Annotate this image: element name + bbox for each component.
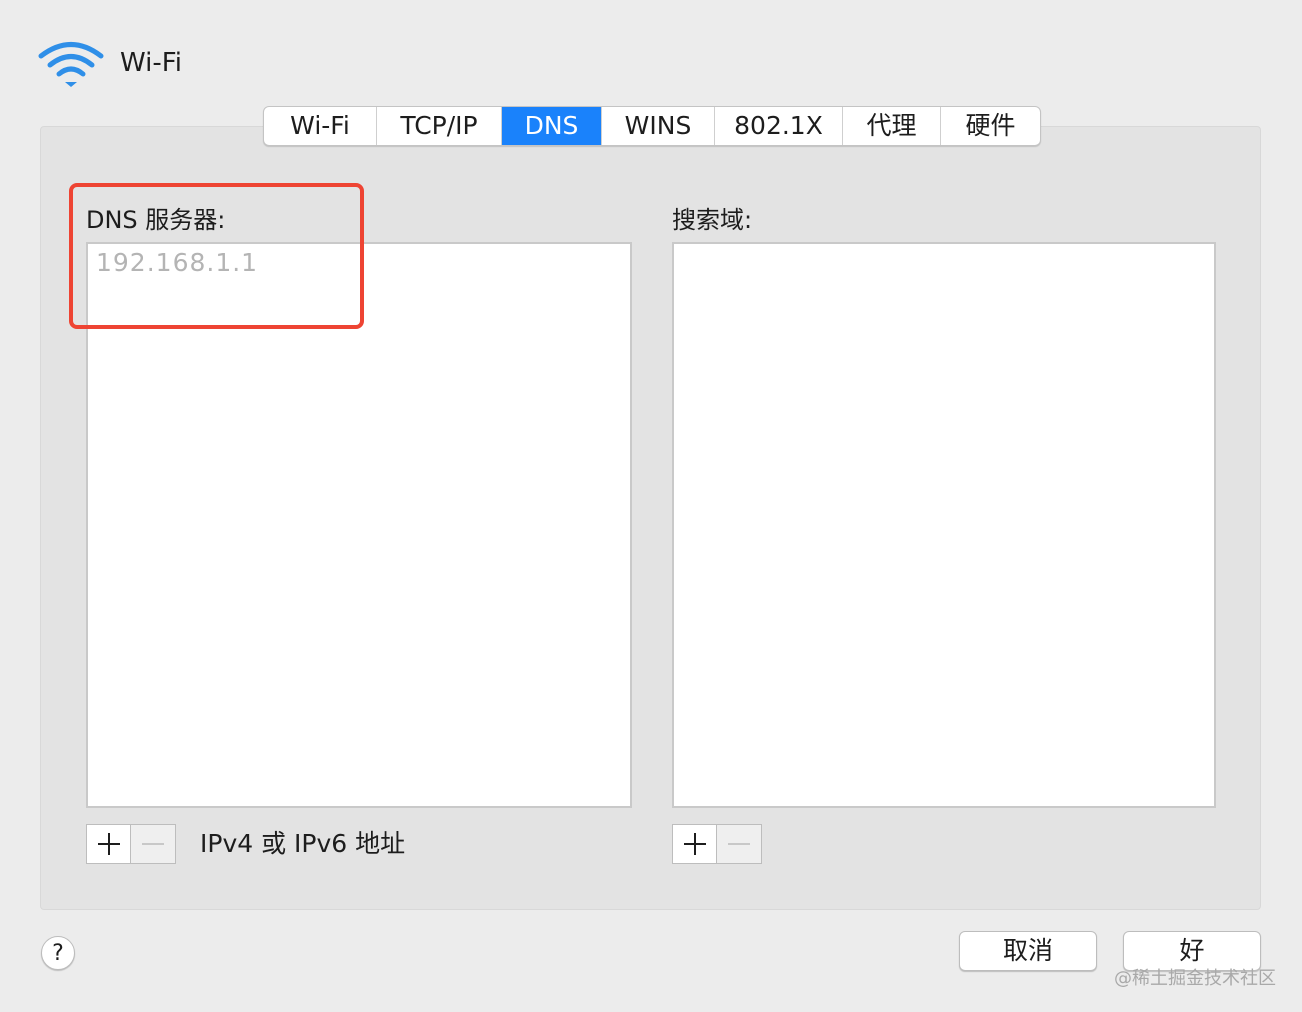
minus-icon bbox=[142, 843, 164, 845]
plus-icon bbox=[108, 833, 110, 855]
dns-address-hint: IPv4 或 IPv6 地址 bbox=[200, 829, 406, 858]
wifi-icon bbox=[38, 42, 104, 87]
tab-wifi[interactable]: Wi-Fi bbox=[264, 107, 377, 145]
search-domain-add-remove-group bbox=[672, 824, 762, 864]
minus-icon bbox=[728, 843, 750, 845]
highlight-annotation bbox=[69, 183, 364, 329]
plus-icon bbox=[694, 833, 696, 855]
remove-search-domain-button[interactable] bbox=[717, 825, 761, 863]
search-domains-list[interactable] bbox=[672, 242, 1216, 808]
tab-hardware[interactable]: 硬件 bbox=[941, 107, 1040, 145]
tab-tcpip[interactable]: TCP/IP bbox=[377, 107, 502, 145]
remove-dns-server-button[interactable] bbox=[131, 825, 175, 863]
tab-wins[interactable]: WINS bbox=[602, 107, 715, 145]
dns-add-remove-group bbox=[86, 824, 176, 864]
help-button[interactable]: ? bbox=[41, 936, 75, 970]
cancel-button[interactable]: 取消 bbox=[959, 931, 1097, 971]
tab-proxy[interactable]: 代理 bbox=[843, 107, 941, 145]
add-dns-server-button[interactable] bbox=[87, 825, 131, 863]
tab-bar: Wi-Fi TCP/IP DNS WINS 802.1X 代理 硬件 bbox=[263, 106, 1041, 146]
window-header: Wi-Fi bbox=[38, 38, 182, 92]
add-search-domain-button[interactable] bbox=[673, 825, 717, 863]
watermark: @稀土掘金技术社区 bbox=[1114, 968, 1276, 989]
tab-dns[interactable]: DNS bbox=[502, 107, 602, 145]
search-domains-label: 搜索域: bbox=[672, 206, 753, 234]
window-title: Wi-Fi bbox=[120, 48, 183, 78]
tab-8021x[interactable]: 802.1X bbox=[715, 107, 843, 145]
